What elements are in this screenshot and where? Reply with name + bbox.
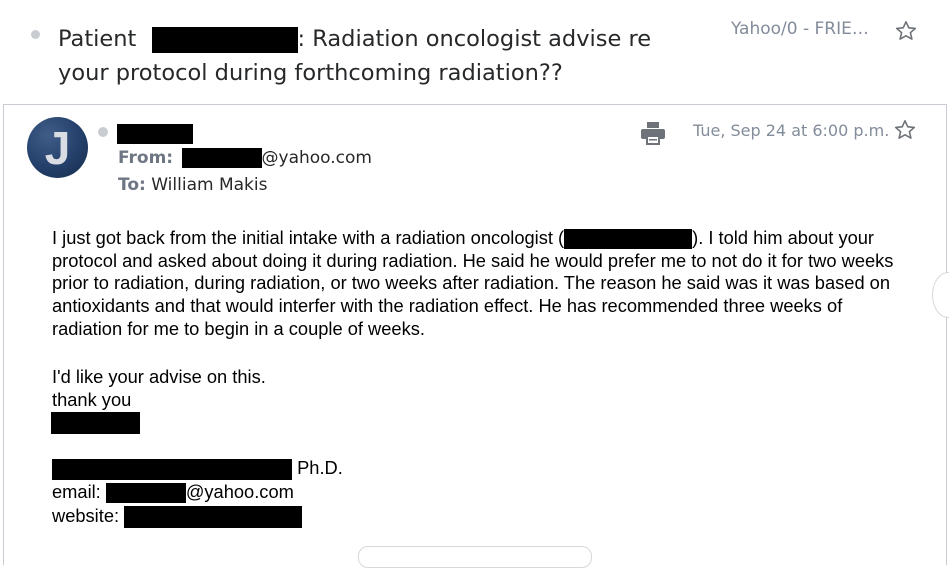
thread-header: Patient : Radiation oncologist advise re… bbox=[0, 0, 949, 104]
to-label: To: bbox=[118, 175, 146, 195]
subject-rest: : Radiation oncologist advise re your pr… bbox=[58, 26, 652, 86]
star-icon[interactable] bbox=[893, 118, 917, 142]
body-text-part1: I just got back from the initial intake … bbox=[52, 227, 565, 248]
avatar[interactable]: J bbox=[27, 117, 88, 178]
redacted-full-name bbox=[52, 458, 292, 480]
redacted-name bbox=[151, 26, 298, 53]
signature-email-domain[interactable]: @yahoo.com bbox=[186, 481, 294, 502]
redacted-email-user bbox=[181, 148, 262, 168]
message-date: Tue, Sep 24 at 6:00 p.m. bbox=[693, 121, 890, 140]
subject-prefix: Patient bbox=[58, 26, 137, 52]
show-more-button[interactable] bbox=[358, 546, 592, 568]
signature-title: Ph.D. bbox=[297, 457, 343, 478]
star-icon[interactable] bbox=[894, 19, 918, 43]
closing-line-1: I'd like your advise on this. bbox=[52, 366, 266, 387]
signature-email-label: email: bbox=[52, 481, 101, 502]
from-label: From: bbox=[118, 148, 174, 168]
redacted-signoff-name bbox=[51, 412, 140, 434]
redacted-oncologist-name bbox=[564, 229, 693, 250]
to-name[interactable]: William Makis bbox=[151, 175, 267, 195]
printer-icon[interactable] bbox=[640, 121, 666, 149]
folder-label[interactable]: Yahoo/0 - FRIE… bbox=[731, 19, 869, 39]
unread-dot bbox=[31, 30, 40, 39]
signature-name-row: Ph.D. bbox=[52, 457, 343, 480]
redacted-sender-name bbox=[117, 124, 193, 144]
thread-subject: Patient : Radiation oncologist advise re… bbox=[58, 22, 698, 90]
message-body: I just got back from the initial intake … bbox=[52, 227, 912, 341]
closing-line-2: thank you bbox=[52, 389, 132, 410]
from-domain[interactable]: @yahoo.com bbox=[262, 148, 372, 168]
redacted-signature-email-user bbox=[105, 483, 186, 504]
avatar-letter: J bbox=[44, 122, 71, 174]
redacted-website bbox=[124, 506, 303, 529]
signature-email-row: email: @yahoo.com bbox=[52, 481, 294, 504]
from-row: From: @yahoo.com bbox=[118, 148, 372, 168]
presence-dot bbox=[98, 127, 108, 137]
signature-website-row: website: bbox=[52, 505, 303, 529]
signature-website-label: website: bbox=[52, 505, 120, 526]
to-row: To: William Makis bbox=[118, 175, 267, 195]
